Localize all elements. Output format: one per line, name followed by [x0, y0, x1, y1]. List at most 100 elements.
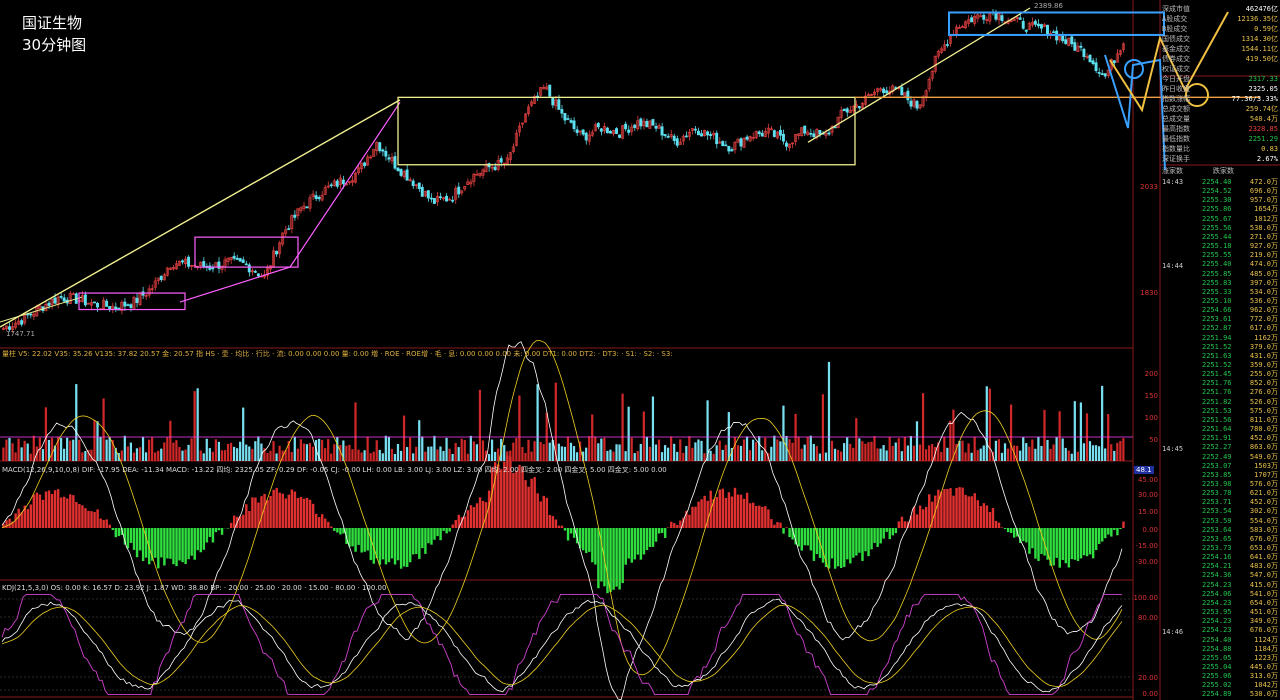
annotations — [0, 7, 1260, 328]
volume-bar — [475, 444, 479, 461]
volume-bar — [912, 445, 916, 461]
volume-bar — [257, 436, 260, 461]
tick-volume: 863.0万 — [1249, 443, 1278, 452]
volume-bar — [50, 437, 54, 461]
stat-label: 深证换手 — [1162, 155, 1190, 163]
volume-bar — [17, 438, 20, 461]
volume-bar — [575, 452, 579, 461]
volume-bar — [879, 448, 882, 461]
volume-bar — [254, 441, 257, 461]
time-label: 14:43 — [1162, 178, 1184, 186]
tick-price: 2254.66 — [1202, 306, 1232, 315]
volume-bar — [41, 449, 44, 461]
volume-bar — [1028, 446, 1031, 461]
tick-row: 2251.64 780.0万 — [1160, 425, 1280, 434]
candle-body — [575, 129, 579, 133]
volume-bar — [824, 452, 828, 461]
tick-price: 2255.30 — [1202, 196, 1232, 205]
tick-price: 2254.23 — [1202, 580, 1232, 589]
volume-bar — [742, 439, 746, 461]
volume-bar — [44, 407, 48, 461]
candle-body — [660, 126, 664, 136]
volume-bar — [415, 446, 418, 461]
trend-line — [807, 7, 1031, 143]
volume-bar — [797, 436, 800, 461]
candle-body — [709, 134, 713, 136]
stat-value: 2325.05 — [1248, 85, 1278, 93]
tick-row: 2251.82 526.0万 — [1160, 398, 1280, 407]
stat-row: 今日开盘 2317.33 — [1160, 74, 1280, 84]
candle-body — [906, 90, 910, 101]
volume-bar — [964, 452, 967, 461]
candle-body — [59, 296, 63, 298]
volume-bar — [770, 446, 773, 461]
volume-bar — [90, 449, 93, 461]
volume-bar — [946, 447, 949, 461]
tick-price: 2254.21 — [1202, 562, 1232, 571]
volume-bar — [591, 414, 594, 461]
volume-bar — [718, 440, 721, 461]
candle-body — [1024, 29, 1028, 32]
volume-bar — [242, 407, 245, 461]
volume-bar — [412, 453, 415, 461]
volume-bar — [1122, 438, 1125, 461]
volume-bar — [187, 444, 190, 461]
price-high-label: 2389.86 — [1034, 2, 1063, 10]
volume-bar — [1031, 439, 1034, 461]
stat-value: 1544.11亿 — [1241, 45, 1278, 53]
volume-bar — [548, 442, 551, 461]
tick-row: 2255.05 1223万 — [1160, 654, 1280, 663]
volume-bar — [806, 437, 809, 461]
volume-bar — [320, 439, 324, 461]
tick-volume: 349.0万 — [1249, 617, 1278, 626]
candle-body — [693, 128, 697, 131]
volume-bar — [651, 396, 655, 461]
volume-bar — [733, 437, 737, 461]
tick-volume: 530.0万 — [1249, 690, 1278, 699]
candle-body — [314, 195, 318, 199]
volume-bar — [430, 446, 433, 461]
tick-volume: 452.0万 — [1249, 498, 1278, 507]
tick-volume: 472.0万 — [1249, 178, 1278, 186]
volume-bar — [849, 443, 852, 461]
candle-body — [882, 88, 886, 94]
volume-bar — [5, 439, 8, 461]
candle-body — [211, 267, 215, 270]
macd-axis-tick: -15.00 — [1135, 542, 1158, 550]
candle-body — [499, 158, 503, 163]
tick-volume: 1162万 — [1254, 333, 1278, 342]
volume-bar — [588, 436, 591, 461]
trend-line — [0, 296, 83, 323]
volume-bar — [251, 448, 254, 461]
volume-bar — [779, 441, 782, 461]
candle-body — [1082, 48, 1086, 57]
stat-value: 419.50亿 — [1245, 55, 1278, 63]
volume-bar — [84, 451, 87, 461]
tick-row: 2253.98 576.0万 — [1160, 480, 1280, 489]
volume-bar — [1110, 444, 1113, 461]
volume-bar — [533, 441, 536, 461]
volume-bar — [1034, 448, 1037, 461]
volume-bar — [809, 435, 812, 461]
tick-row: 2251.56 811.0万 — [1160, 416, 1280, 425]
volume-bar — [673, 443, 676, 461]
trend-line — [0, 99, 401, 328]
volume-bar — [20, 447, 23, 461]
tick-price: 2255.86 — [1202, 205, 1232, 214]
stat-value: 2328.85 — [1248, 125, 1278, 133]
candle-body — [429, 197, 433, 200]
stat-row: 深证换手 2.67% — [1160, 154, 1280, 164]
volume-bar — [129, 442, 133, 461]
tick-price: 2255.06 — [1202, 672, 1232, 681]
stat-value: 462476亿 — [1245, 5, 1278, 13]
volume-bar — [439, 446, 442, 461]
candle-body — [420, 187, 424, 197]
stat-value: 2.67% — [1256, 155, 1278, 163]
tick-volume: 483.0万 — [1249, 562, 1278, 571]
candle-body — [757, 131, 761, 135]
volume-bar — [387, 436, 390, 461]
stat-value: 77.36/3.33% — [1231, 95, 1278, 103]
candle-body — [818, 129, 822, 135]
volume-bar — [830, 440, 834, 461]
volume-bar — [521, 447, 524, 461]
